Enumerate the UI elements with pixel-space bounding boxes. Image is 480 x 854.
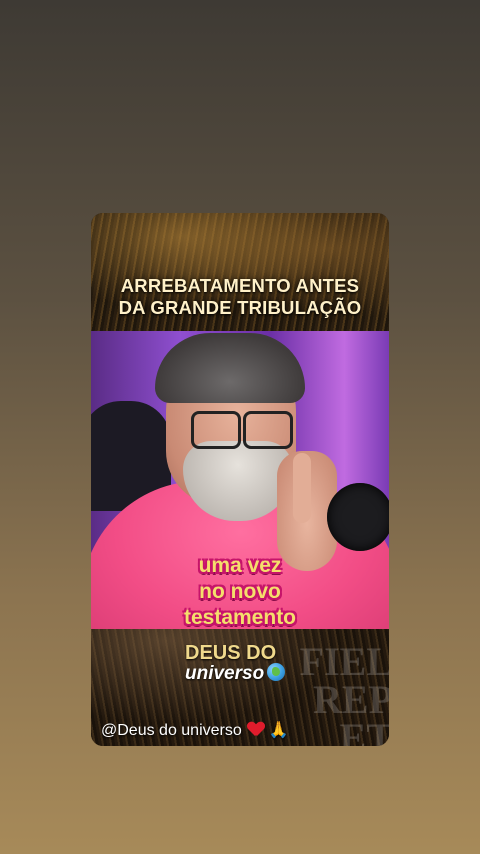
video-headline: ARREBATAMENTO ANTES DA GRANDE TRIBULAÇÃO [91,275,389,319]
raised-finger [293,453,311,523]
caption-line-3: testamento [183,606,297,629]
channel-brand: DEUS DO universo [185,642,286,684]
praying-hands-icon: 🙏 [268,722,289,739]
speaker-hair [155,333,305,403]
glasses-right-lens [243,411,293,449]
brand-subtitle: universo [185,663,286,684]
account-handle-text[interactable]: @Deus do universo [101,722,242,739]
watermark-line-2: REP [313,677,389,722]
video-frame[interactable]: uma vez no novo testamento [91,331,389,629]
globe-icon [267,663,286,681]
watermark-line-1: FIEL [299,639,389,684]
video-bottom-banner: FIEL REP ET DEUS DO universo @Deus do un… [91,629,389,746]
headline-line-2: DA GRANDE TRIBULAÇÃO [118,297,362,318]
video-caption: uma vez no novo testamento [91,553,389,629]
account-handle[interactable]: @Deus do universo 🙏 [101,721,289,741]
story-card[interactable]: ARREBATAMENTO ANTES DA GRANDE TRIBULAÇÃO… [91,213,389,746]
glasses-left-lens [191,411,241,449]
brand-title: DEUS DO [185,642,277,664]
caption-line-2: no novo [199,580,281,603]
headline-line-1: ARREBATAMENTO ANTES [120,275,360,296]
watermark-line-3: ET [339,715,389,747]
video-top-banner: ARREBATAMENTO ANTES DA GRANDE TRIBULAÇÃO [91,213,389,331]
microphone [327,483,389,551]
heart-icon [248,722,264,736]
caption-line-1: uma vez [198,554,282,577]
background-watermark-text: FIEL REP ET [299,639,389,747]
brand-subtitle-text: universo [185,663,265,684]
